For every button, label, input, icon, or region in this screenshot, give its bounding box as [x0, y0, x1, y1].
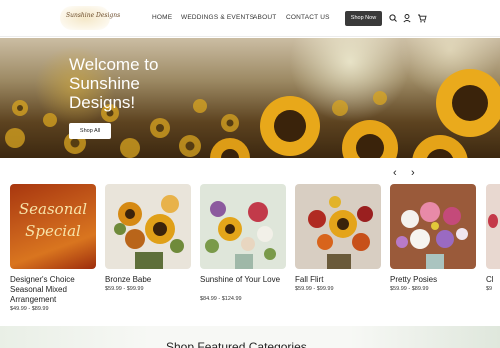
product-price: $49.99 - $89.99	[10, 306, 49, 312]
carousel-prev-button[interactable]: ‹	[393, 167, 397, 179]
logo-text: Sunshine Designs	[66, 12, 121, 19]
hero-banner: Welcome to Sunshine Designs! Shop All	[0, 38, 500, 158]
product-price: $9	[486, 286, 493, 292]
nav-about[interactable]: ABOUT	[253, 14, 276, 21]
product-title[interactable]: Designer's Choice Seasonal Mixed Arrange…	[10, 275, 100, 305]
featured-categories-title: Shop Featured Categories	[166, 340, 307, 348]
bouquet-image	[396, 202, 468, 269]
site-header: Sunshine Designs HOME WEDDINGS & EVENTS …	[0, 0, 500, 37]
bouquet-image	[205, 201, 276, 269]
product-price: $84.99 - $124.99	[200, 296, 242, 302]
account-icon[interactable]	[402, 12, 412, 24]
product-title[interactable]: Fall Flirt	[295, 275, 385, 285]
bouquet-image	[308, 196, 373, 269]
search-icon[interactable]	[388, 12, 398, 24]
nav-home[interactable]: HOME	[152, 14, 172, 21]
flower-shape	[488, 214, 498, 228]
nav-contact-us[interactable]: CONTACT US	[286, 14, 330, 21]
product-image[interactable]	[390, 184, 476, 269]
bouquet-image	[114, 195, 184, 269]
product-image[interactable]: Seasonal Special	[10, 184, 96, 269]
carousel-next-button[interactable]: ›	[411, 167, 415, 179]
product-image[interactable]	[200, 184, 286, 269]
product-title[interactable]: Bronze Babe	[105, 275, 195, 285]
product-price: $59.99 - $89.99	[390, 286, 429, 292]
product-title[interactable]: Cl	[486, 275, 500, 285]
product-price: $59.99 - $99.99	[105, 286, 144, 292]
product-price: $59.99 - $99.99	[295, 286, 334, 292]
product-title[interactable]: Sunshine of Your Love	[200, 275, 290, 285]
shop-all-button[interactable]: Shop All	[69, 123, 111, 139]
product-image-caption: Seasonal Special	[18, 200, 88, 240]
hero-heading: Welcome to Sunshine Designs!	[69, 55, 159, 112]
product-image[interactable]	[105, 184, 191, 269]
product-image[interactable]	[486, 184, 500, 269]
shop-now-button[interactable]: Shop Now	[345, 11, 382, 26]
product-title[interactable]: Pretty Posies	[390, 275, 480, 285]
product-image[interactable]	[295, 184, 381, 269]
cart-icon[interactable]	[417, 12, 427, 24]
nav-weddings-events[interactable]: WEDDINGS & EVENTS	[181, 14, 254, 21]
site-logo[interactable]: Sunshine Designs	[60, 6, 120, 30]
